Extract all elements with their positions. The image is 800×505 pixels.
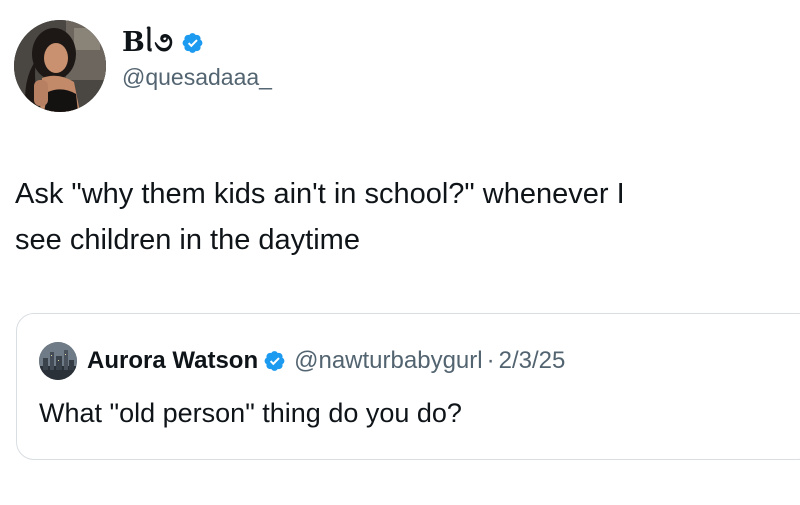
author-handle[interactable]: @quesadaaa_ bbox=[122, 64, 272, 91]
author-display-name[interactable]: Bᥣ૭ bbox=[122, 27, 174, 59]
profile-photo-icon bbox=[14, 20, 106, 112]
tweet-card: Bᥣ૭ @quesadaaa_ Ask "why them kids ain't… bbox=[0, 0, 800, 505]
tweet-text-line-2: see children in the daytime bbox=[15, 224, 360, 256]
author-avatar[interactable] bbox=[14, 20, 106, 112]
city-skyline-avatar-icon bbox=[39, 342, 77, 380]
quoted-author-handle[interactable]: @nawturbabygurl bbox=[294, 347, 482, 375]
tweet-text-line-1: Ask "why them kids ain't in school?" whe… bbox=[15, 178, 625, 210]
quoted-tweet-text: What "old person" thing do you do? bbox=[39, 398, 462, 428]
display-name-row: Bᥣ૭ bbox=[122, 26, 272, 60]
tweet-text: Ask "why them kids ain't in school?" whe… bbox=[15, 171, 785, 263]
author-header: Bᥣ૭ @quesadaaa_ bbox=[122, 26, 272, 91]
quoted-tweet[interactable]: Aurora Watson @nawturbabygurl · 2/3/25 W… bbox=[16, 313, 800, 460]
quoted-author-avatar[interactable] bbox=[39, 342, 77, 380]
verified-badge-icon bbox=[182, 33, 203, 53]
separator-dot: · bbox=[486, 347, 495, 374]
quoted-tweet-date[interactable]: 2/3/25 bbox=[499, 347, 566, 375]
quoted-author-name[interactable]: Aurora Watson bbox=[87, 347, 258, 375]
verified-badge-icon bbox=[264, 351, 285, 371]
quoted-tweet-header: Aurora Watson @nawturbabygurl · 2/3/25 bbox=[39, 342, 565, 380]
